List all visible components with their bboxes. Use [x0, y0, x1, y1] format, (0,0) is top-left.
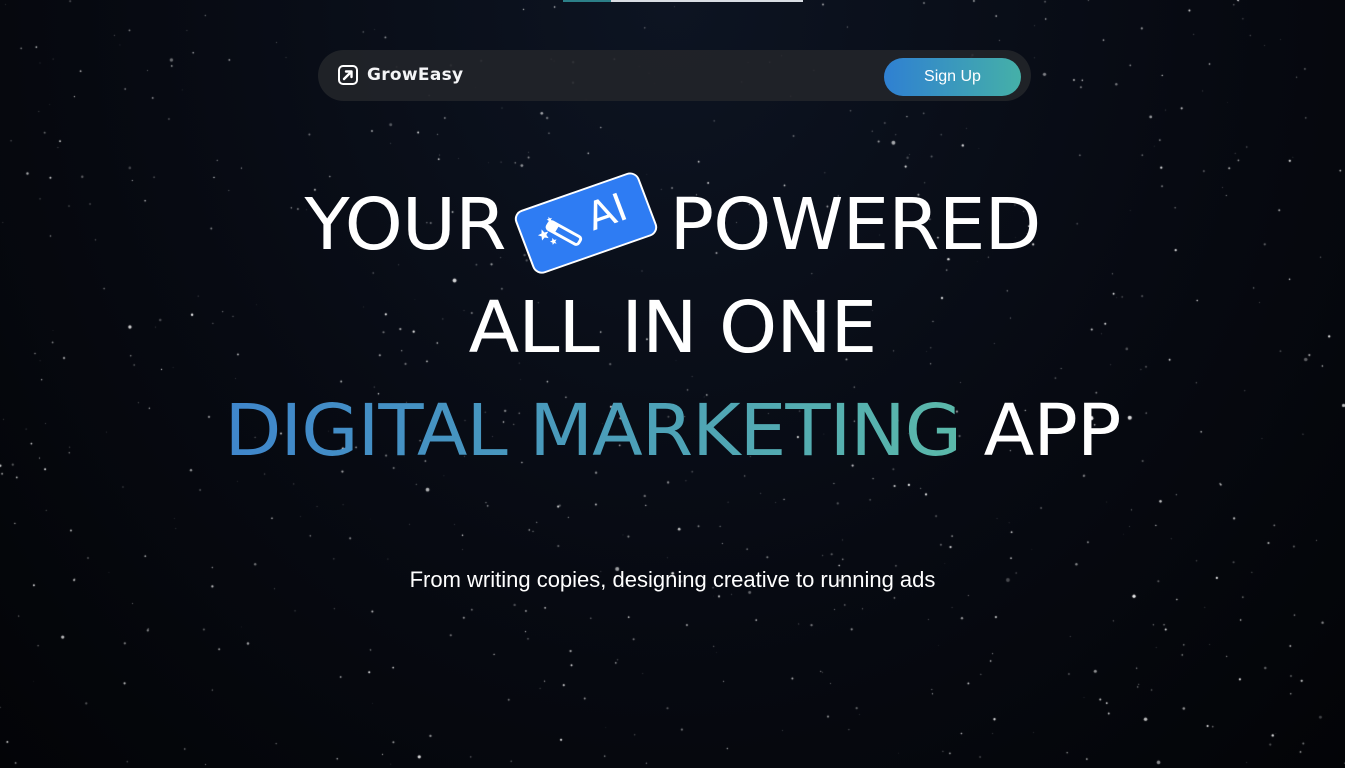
arrow-up-right-icon: [338, 65, 358, 85]
brand-name: GrowEasy: [367, 65, 464, 85]
sign-up-button[interactable]: Sign Up: [884, 58, 1021, 96]
top-progress-strip: [563, 0, 803, 2]
hero-line-2: ALL IN ONE: [468, 286, 878, 370]
brand-logo-link[interactable]: GrowEasy: [338, 64, 463, 86]
hero-word-powered: POWERED: [669, 183, 1042, 267]
hero-word-your: YOUR: [304, 183, 507, 267]
hero-highlight-text: DIGITAL MARKETING: [224, 389, 962, 473]
hero-line-1: YOUR AI POWERED: [0, 169, 1345, 277]
hero-word-app: APP: [983, 389, 1122, 473]
hero-subtitle: From writing copies, designing creative …: [409, 567, 936, 592]
ai-badge: AI: [511, 169, 660, 277]
hero-line-3: DIGITAL MARKETING APP: [0, 388, 1345, 474]
starfield-background: [0, 0, 1345, 768]
navbar: GrowEasy Sign Up: [318, 50, 1031, 101]
